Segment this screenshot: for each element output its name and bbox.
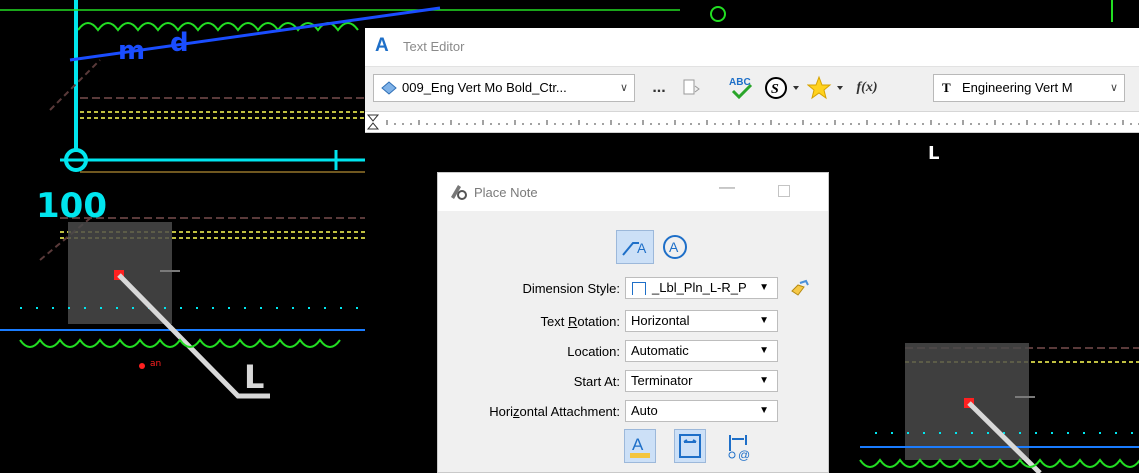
cad-label-100-left: 100	[36, 186, 107, 226]
svg-text:A: A	[632, 435, 644, 454]
place-note-titlebar[interactable]: Place Note —	[438, 173, 828, 211]
text-rotation-value: Horizontal	[631, 313, 690, 328]
cad-label-an: an	[150, 359, 162, 369]
dimension-terminator-button[interactable]	[674, 429, 706, 463]
place-note-dialog[interactable]: Place Note — A A Dimension Style: _Lbl_P…	[437, 172, 829, 473]
text-only-mode-button[interactable]: A	[656, 230, 694, 264]
edit-style-icon[interactable]	[790, 279, 810, 297]
horizontal-attachment-label: Horizontal Attachment:	[489, 404, 620, 419]
font-icon: T	[942, 80, 951, 95]
text-frame-button[interactable]: A	[624, 429, 656, 463]
chevron-down-icon: ▼	[759, 315, 769, 326]
svg-text:S: S	[771, 82, 779, 97]
spell-check-icon[interactable]: ABC	[727, 74, 757, 102]
location-select[interactable]: Automatic ▼	[625, 340, 778, 362]
dimension-style-value: _Lbl_Pln_L-R_P	[652, 280, 747, 295]
svg-text:@: @	[738, 448, 750, 461]
place-note-tool-icon	[451, 185, 467, 200]
text-ruler[interactable]	[365, 112, 1139, 133]
text-editor-title: Text Editor	[403, 39, 465, 54]
favorites-icon[interactable]	[806, 74, 847, 102]
place-note-title: Place Note	[474, 185, 538, 200]
text-style-value: 009_Eng Vert Mo Bold_Ctr...	[402, 80, 567, 95]
svg-text:A: A	[669, 239, 679, 255]
cad-label-L: L	[244, 358, 265, 396]
text-style-combo[interactable]: 009_Eng Vert Mo Bold_Ctr... ∨	[373, 74, 635, 102]
horizontal-attachment-value: Auto	[631, 403, 658, 418]
paste-format-icon[interactable]	[679, 74, 703, 102]
svg-text:ABC: ABC	[729, 77, 751, 88]
chevron-down-icon: ∨	[1109, 82, 1118, 94]
text-style-icon	[381, 81, 397, 95]
start-at-label: Start At:	[573, 374, 620, 389]
location-value: Automatic	[631, 343, 689, 358]
dimension-style-select[interactable]: _Lbl_Pln_L-R_P ▼	[625, 277, 778, 299]
start-at-select[interactable]: Terminator ▼	[625, 370, 778, 392]
svg-text:A: A	[637, 240, 647, 256]
text-editor-app-icon: A	[375, 35, 389, 56]
chevron-down-icon: ▼	[759, 405, 769, 416]
start-at-value: Terminator	[631, 373, 693, 388]
associate-button[interactable]: @	[724, 429, 756, 463]
more-button[interactable]: ...	[647, 74, 671, 102]
text-editor-content: L	[928, 143, 940, 164]
dimension-style-icon	[632, 282, 646, 295]
location-label: Location:	[567, 344, 620, 359]
text-rotation-select[interactable]: Horizontal ▼	[625, 310, 778, 332]
font-value: Engineering Vert M	[962, 80, 1073, 95]
text-rotation-label: Text Rotation:	[540, 314, 620, 329]
maximize-button[interactable]	[778, 185, 790, 197]
chevron-down-icon: ▼	[759, 345, 769, 356]
text-editor-toolbar: 009_Eng Vert Mo Bold_Ctr... ∨ ... ABC S …	[365, 67, 1139, 112]
note-mode-toggle: A A	[616, 230, 698, 266]
green-scallop-right	[859, 458, 1139, 468]
chevron-down-icon: ▼	[759, 282, 769, 293]
function-icon[interactable]: f(x)	[851, 74, 883, 102]
symbol-icon[interactable]: S	[763, 74, 803, 102]
chevron-down-icon: ▼	[759, 375, 769, 386]
font-combo[interactable]: T Engineering Vert M ∨	[933, 74, 1125, 102]
green-scallop-bottom	[19, 338, 341, 348]
cad-label-m: m	[118, 36, 146, 66]
minimize-button[interactable]: —	[719, 179, 735, 197]
leader-text-mode-button[interactable]: A	[616, 230, 654, 264]
text-editor-titlebar[interactable]: A Text Editor	[365, 28, 1139, 67]
horizontal-attachment-select[interactable]: Auto ▼	[625, 400, 778, 422]
cad-label-d: d	[170, 28, 189, 58]
tab-marker-icon	[366, 114, 380, 130]
dimension-style-label: Dimension Style:	[522, 281, 620, 296]
chevron-down-icon: ∨	[619, 82, 628, 94]
